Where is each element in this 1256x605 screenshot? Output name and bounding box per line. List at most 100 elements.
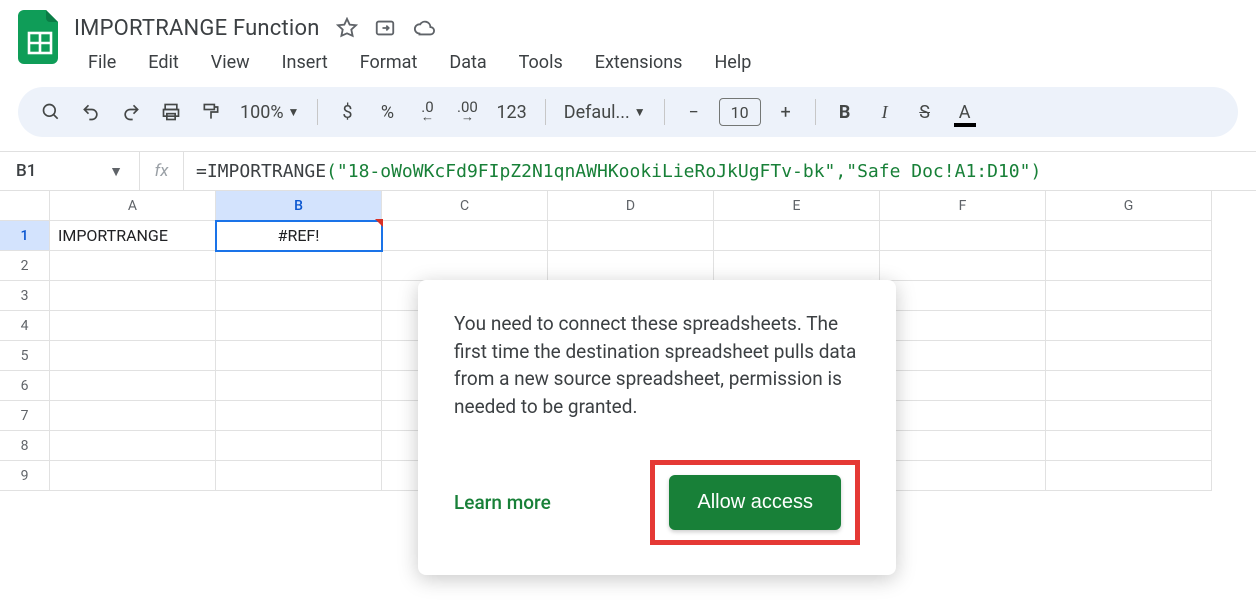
search-icon[interactable] (34, 95, 68, 129)
cell[interactable] (880, 431, 1046, 461)
cell[interactable] (1046, 221, 1212, 251)
chevron-down-icon: ▼ (109, 163, 123, 180)
cell[interactable] (1046, 341, 1212, 371)
menu-data[interactable]: Data (435, 48, 500, 77)
cell[interactable] (216, 461, 382, 491)
cell[interactable] (880, 341, 1046, 371)
learn-more-link[interactable]: Learn more (454, 491, 551, 514)
row-header[interactable]: 5 (0, 341, 50, 371)
zoom-dropdown[interactable]: 100% ▼ (234, 102, 305, 123)
name-box[interactable]: B1 ▼ (0, 152, 140, 190)
cell[interactable] (714, 221, 880, 251)
cell[interactable] (548, 221, 714, 251)
menu-extensions[interactable]: Extensions (581, 48, 697, 77)
menu-help[interactable]: Help (700, 48, 765, 77)
currency-format-button[interactable]: $ (330, 95, 364, 129)
print-icon[interactable] (154, 95, 188, 129)
row-header[interactable]: 4 (0, 311, 50, 341)
cell[interactable] (1046, 431, 1212, 461)
strikethrough-button[interactable]: S (908, 95, 942, 129)
select-all-corner[interactable] (0, 191, 50, 221)
percent-format-button[interactable]: % (370, 95, 404, 129)
cell[interactable] (1046, 251, 1212, 281)
column-header[interactable]: E (714, 191, 880, 221)
cell[interactable] (50, 281, 216, 311)
formula-input[interactable]: =IMPORTRANGE("18-oWoWKcFd9FIpZ2N1qnAWHKo… (184, 161, 1256, 182)
more-formats-button[interactable]: 123 (490, 95, 532, 129)
cell[interactable] (50, 251, 216, 281)
cell[interactable] (880, 461, 1046, 491)
increase-decimal-button[interactable]: .00→ (450, 95, 484, 129)
menu-file[interactable]: File (74, 48, 130, 77)
formula-bar: B1 ▼ fx =IMPORTRANGE("18-oWoWKcFd9FIpZ2N… (0, 151, 1256, 191)
row-header[interactable]: 8 (0, 431, 50, 461)
menu-edit[interactable]: Edit (134, 48, 192, 77)
cell[interactable] (880, 221, 1046, 251)
column-header[interactable]: D (548, 191, 714, 221)
cell[interactable] (50, 401, 216, 431)
italic-button[interactable]: I (868, 95, 902, 129)
allow-access-button[interactable]: Allow access (669, 475, 841, 530)
cell[interactable] (548, 251, 714, 281)
cell[interactable] (1046, 401, 1212, 431)
cell[interactable] (216, 341, 382, 371)
font-size-input[interactable]: 10 (719, 98, 761, 126)
cell[interactable] (216, 371, 382, 401)
cell[interactable] (50, 341, 216, 371)
cell[interactable] (880, 311, 1046, 341)
cell[interactable] (50, 311, 216, 341)
row-header[interactable]: 6 (0, 371, 50, 401)
column-header[interactable]: F (880, 191, 1046, 221)
redo-icon[interactable] (114, 95, 148, 129)
cell[interactable]: #REF! (216, 221, 382, 251)
star-icon[interactable] (336, 17, 358, 39)
cell[interactable] (216, 431, 382, 461)
cell[interactable] (50, 461, 216, 491)
column-header[interactable]: C (382, 191, 548, 221)
paint-format-icon[interactable] (194, 95, 228, 129)
cell[interactable] (1046, 311, 1212, 341)
cell[interactable] (216, 311, 382, 341)
row-header[interactable]: 2 (0, 251, 50, 281)
cell[interactable] (50, 431, 216, 461)
font-dropdown[interactable]: Defaul... ▼ (558, 102, 652, 123)
cell[interactable] (880, 371, 1046, 401)
move-icon[interactable] (374, 17, 396, 39)
row-header[interactable]: 9 (0, 461, 50, 491)
cell[interactable] (880, 401, 1046, 431)
cell[interactable] (1046, 281, 1212, 311)
cell[interactable]: IMPORTRANGE (50, 221, 216, 251)
cell[interactable] (382, 251, 548, 281)
popover-message: You need to connect these spreadsheets. … (454, 310, 860, 420)
cell[interactable] (382, 221, 548, 251)
text-color-button[interactable]: A (948, 95, 982, 129)
chevron-down-icon: ▼ (288, 105, 300, 119)
row-header[interactable]: 3 (0, 281, 50, 311)
cell[interactable] (1046, 461, 1212, 491)
cell[interactable] (50, 371, 216, 401)
menu-view[interactable]: View (197, 48, 264, 77)
decrease-decimal-button[interactable]: .0← (410, 95, 444, 129)
document-title[interactable]: IMPORTRANGE Function (74, 16, 320, 41)
row-header[interactable]: 1 (0, 221, 50, 251)
column-header[interactable]: B (216, 191, 382, 221)
cloud-status-icon[interactable] (412, 17, 436, 39)
decrease-font-size-button[interactable]: − (677, 95, 711, 129)
bold-button[interactable]: B (828, 95, 862, 129)
cell[interactable] (880, 281, 1046, 311)
sheets-logo-icon[interactable] (18, 10, 62, 64)
cell[interactable] (216, 251, 382, 281)
menu-format[interactable]: Format (346, 48, 432, 77)
undo-icon[interactable] (74, 95, 108, 129)
cell[interactable] (216, 401, 382, 431)
cell[interactable] (216, 281, 382, 311)
cell[interactable] (714, 251, 880, 281)
increase-font-size-button[interactable]: + (769, 95, 803, 129)
menu-insert[interactable]: Insert (268, 48, 342, 77)
column-header[interactable]: G (1046, 191, 1212, 221)
cell[interactable] (1046, 371, 1212, 401)
menu-tools[interactable]: Tools (505, 48, 577, 77)
row-header[interactable]: 7 (0, 401, 50, 431)
column-header[interactable]: A (50, 191, 216, 221)
cell[interactable] (880, 251, 1046, 281)
